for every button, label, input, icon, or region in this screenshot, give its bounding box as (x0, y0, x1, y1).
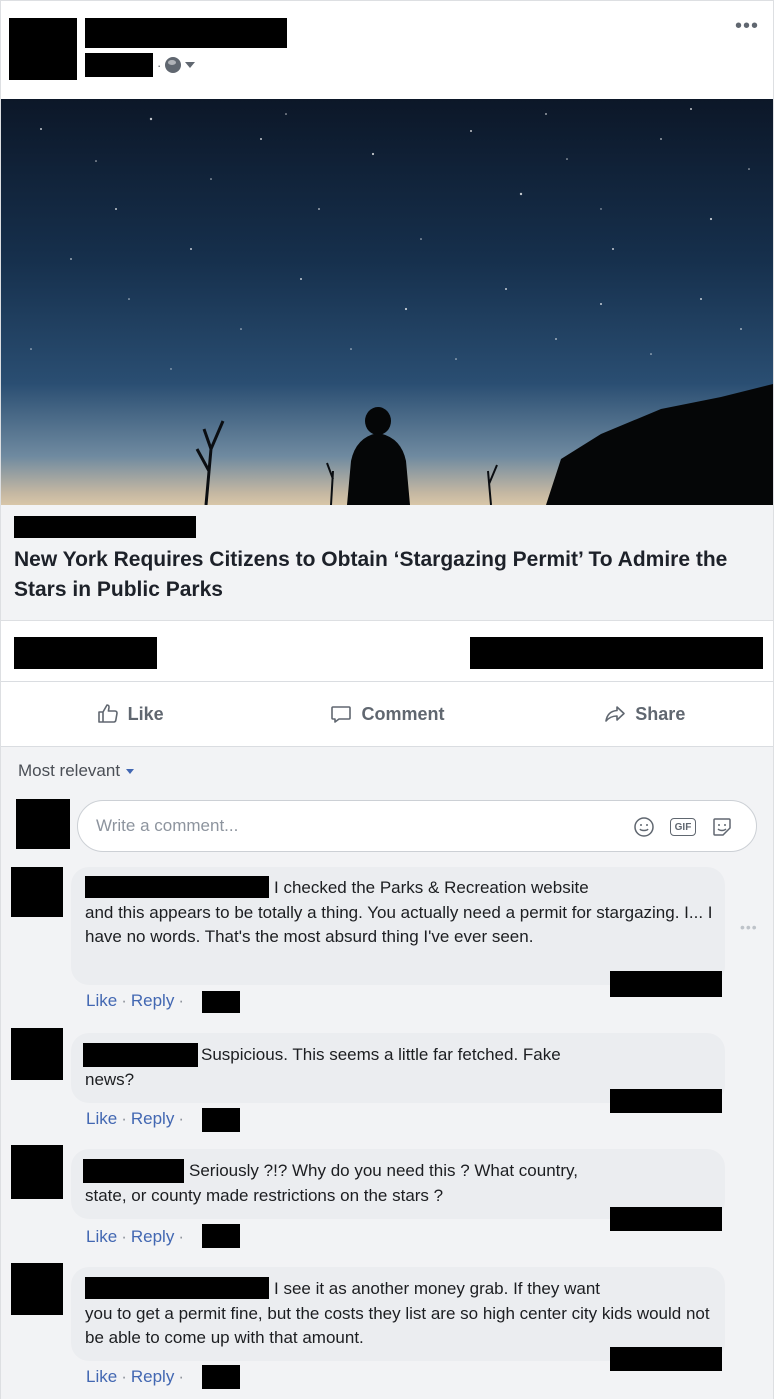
comment-text-line1: Seriously ?!? Why do you need this ? Wha… (189, 1161, 578, 1180)
separator: · (178, 1109, 184, 1128)
comment-reply-link[interactable]: Reply (131, 1227, 174, 1247)
share-label: Share (635, 703, 686, 724)
comment-actions: Like · Reply · (86, 1227, 184, 1247)
separator: · (121, 1227, 127, 1246)
link-title[interactable]: New York Requires Citizens to Obtain ‘St… (14, 545, 754, 605)
comment-text-line1: I see it as another money grab. If they … (274, 1279, 601, 1298)
author-avatar-redacted[interactable] (9, 18, 77, 80)
separator: · (121, 991, 127, 1010)
comment-text: news? (85, 1070, 135, 1089)
sort-label: Most relevant (18, 761, 121, 780)
comment-input[interactable] (96, 813, 616, 839)
composer-icons: GIF (632, 815, 734, 839)
commenter-name-redacted[interactable] (83, 1159, 184, 1183)
comment-actions: Like · Reply · (86, 1367, 184, 1387)
post-card: · ••• New York Requires Citizens to Obta… (0, 0, 774, 1399)
globe-icon (165, 57, 182, 73)
separator: · (121, 1367, 127, 1386)
emoji-icon[interactable] (632, 815, 656, 839)
link-domain-redacted (14, 516, 196, 538)
reaction-count-redacted[interactable] (610, 1347, 722, 1371)
comment-label: Comment (361, 703, 445, 724)
comment-text: state, or county made restrictions on th… (85, 1186, 444, 1205)
night-sky-photo (30, 108, 773, 505)
comment-like-link[interactable]: Like (86, 991, 117, 1011)
comments-shares-count-redacted[interactable] (470, 637, 763, 669)
share-arrow-icon (605, 706, 626, 722)
comment-like-link[interactable]: Like (86, 1227, 117, 1247)
thumbs-up-icon (97, 704, 118, 723)
sticker-icon[interactable] (710, 815, 734, 839)
comment-sort-dropdown[interactable]: Most relevant (18, 761, 135, 781)
author-name-redacted[interactable] (85, 18, 287, 48)
comment-text: you to get a permit fine, but the costs … (85, 1304, 710, 1347)
comment-text-line1: Suspicious. This seems a little far fetc… (201, 1045, 561, 1064)
chevron-down-icon (126, 768, 135, 774)
commenter-avatar-redacted[interactable] (11, 1145, 63, 1199)
comment-reply-link[interactable]: Reply (131, 991, 174, 1011)
commenter-avatar-redacted[interactable] (11, 1028, 63, 1080)
reaction-count-redacted[interactable] (610, 971, 722, 997)
separator: · (121, 1109, 127, 1128)
comment-time-redacted[interactable] (202, 1224, 240, 1248)
comment-time-redacted[interactable] (202, 1108, 240, 1132)
like-button[interactable]: Like (1, 682, 258, 746)
link-preview-image[interactable] (1, 99, 773, 505)
commenter-name-redacted[interactable] (85, 876, 269, 898)
comment-composer[interactable]: GIF (77, 800, 757, 852)
meta-separator: · (157, 57, 162, 73)
commenter-avatar-redacted[interactable] (11, 1263, 63, 1315)
comment-time-redacted[interactable] (202, 991, 240, 1013)
comment-text-line1: I checked the Parks & Recreation website (274, 878, 589, 897)
comment-like-link[interactable]: Like (86, 1367, 117, 1387)
chevron-down-icon (185, 62, 196, 68)
post-menu-button[interactable]: ••• (735, 16, 759, 36)
comment-actions: Like · Reply · (86, 1109, 184, 1129)
reaction-count-redacted[interactable] (610, 1089, 722, 1113)
comment-options-button[interactable]: ••• (740, 919, 758, 935)
comment-reply-link[interactable]: Reply (131, 1109, 174, 1129)
separator: · (178, 1227, 184, 1246)
commenter-name-redacted[interactable] (83, 1043, 198, 1067)
reactions-count-redacted[interactable] (14, 637, 157, 669)
post-audience[interactable]: · (157, 57, 196, 73)
post-time-redacted[interactable] (85, 53, 153, 77)
commenter-name-redacted[interactable] (85, 1277, 269, 1299)
speech-bubble-icon (331, 706, 352, 723)
commenter-avatar-redacted[interactable] (11, 867, 63, 917)
current-user-avatar-redacted (16, 799, 70, 849)
comment-button[interactable]: Comment (258, 682, 515, 746)
comment-time-redacted[interactable] (202, 1365, 240, 1389)
like-label: Like (127, 703, 164, 724)
share-button[interactable]: Share (516, 682, 773, 746)
post-actions-bar: Like Comment Share (1, 681, 773, 747)
post-header: · ••• (1, 1, 773, 99)
comment-text: and this appears to be totally a thing. … (85, 903, 713, 946)
gif-icon[interactable]: GIF (670, 818, 696, 836)
separator: · (178, 1367, 184, 1386)
separator: · (178, 991, 184, 1010)
comment-actions: Like · Reply · (86, 991, 184, 1011)
reaction-count-redacted[interactable] (610, 1207, 722, 1231)
comment-like-link[interactable]: Like (86, 1109, 117, 1129)
comment-reply-link[interactable]: Reply (131, 1367, 174, 1387)
